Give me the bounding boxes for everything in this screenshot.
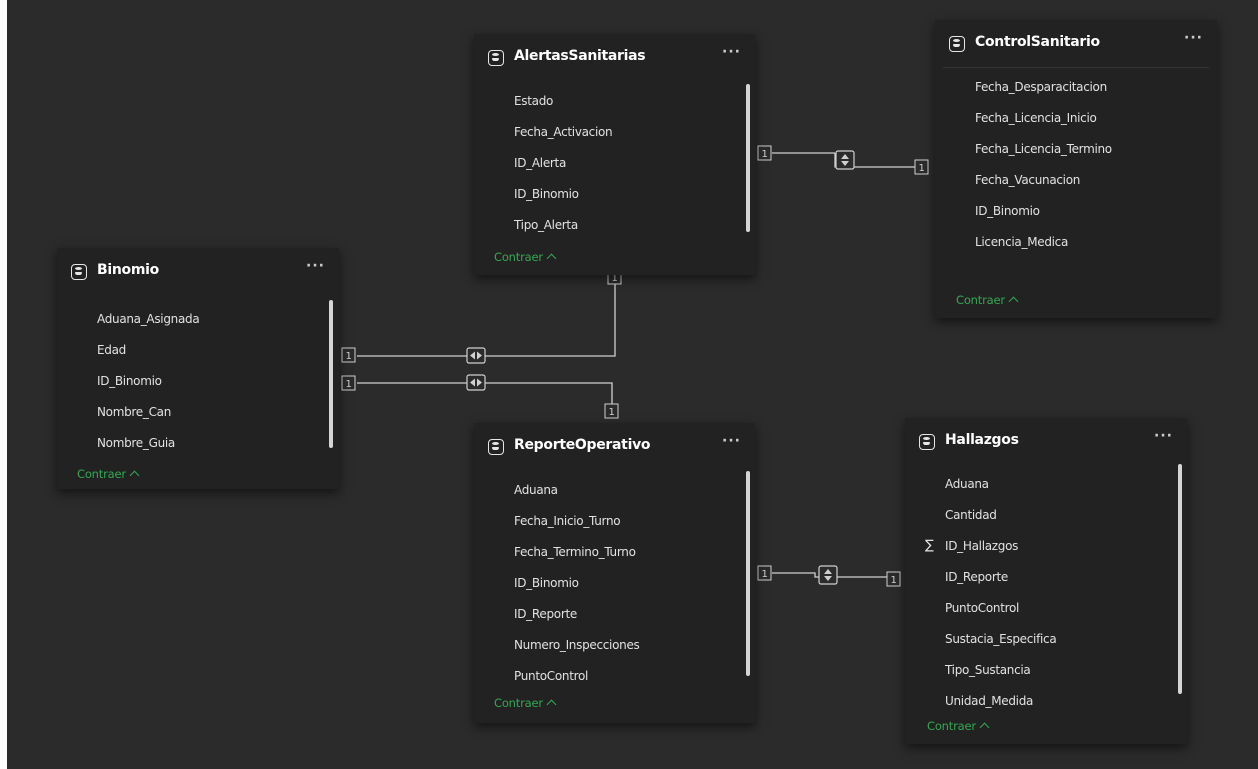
field-item[interactable]: Tipo_Sustancia [945,661,1031,679]
cardinality-one-label: 1 [609,407,615,418]
more-options-icon[interactable]: ··· [722,44,741,60]
table-card-reporteoperativo[interactable]: ReporteOperativo ··· Aduana Fecha_Inicio… [474,423,755,723]
field-label: ID_Hallazgos [945,539,1019,553]
table-name: ControlSanitario [975,34,1100,50]
collapse-link[interactable]: Contraer [77,467,140,481]
bidirectional-filter-icon[interactable] [466,374,486,391]
model-canvas[interactable]: 1 1 1 1 1 1 1 1 AlertasSanitarias ··· Es… [7,0,1258,769]
scrollbar[interactable] [746,84,750,232]
chevron-up-icon [129,470,140,481]
field-item[interactable]: PuntoControl [945,599,1019,617]
field-item[interactable]: Numero_Inspecciones [514,636,640,654]
scrollbar[interactable] [746,471,750,676]
field-list[interactable]: Aduana_Asignada Edad ID_Binomio Nombre_C… [57,300,339,460]
field-item[interactable]: ID_Binomio [514,574,579,592]
collapse-label: Contraer [494,696,543,710]
table-icon [919,434,935,450]
more-options-icon[interactable]: ··· [306,258,325,274]
bidirectional-filter-icon[interactable] [818,565,838,585]
field-item[interactable]: Edad [97,341,126,359]
table-icon [949,36,965,52]
relationship-alertas-control[interactable]: 1 1 [757,145,929,175]
more-options-icon[interactable]: ··· [1154,428,1173,444]
field-item[interactable]: ∑ ID_Hallazgos [925,537,1019,555]
table-card-binomio[interactable]: Binomio ··· Aduana_Asignada Edad ID_Bino… [57,248,339,489]
field-list[interactable]: Aduana Cantidad ∑ ID_Hallazgos ID_Report… [905,470,1187,708]
table-name: ReporteOperativo [514,437,651,453]
table-header[interactable]: ControlSanitario ··· [935,20,1217,72]
field-item[interactable]: ID_Binomio [514,185,579,203]
field-item[interactable]: Sustacia_Especifica [945,630,1057,648]
table-name: Hallazgos [945,432,1019,448]
table-icon [71,264,87,280]
field-list[interactable]: Estado Fecha_Activacion ID_Alerta ID_Bin… [474,86,755,246]
field-item[interactable]: ID_Alerta [514,154,566,172]
field-list[interactable]: Aduana Fecha_Inicio_Turno Fecha_Termino_… [474,475,755,695]
relationship-binomio-alertas[interactable]: 1 1 [341,269,622,364]
field-item[interactable]: Aduana [945,475,989,493]
field-item[interactable]: ID_Reporte [945,568,1008,586]
table-header[interactable]: ReporteOperativo ··· [474,423,755,475]
field-item[interactable]: Nombre_Can [97,403,171,421]
more-options-icon[interactable]: ··· [722,433,741,449]
collapse-label: Contraer [77,467,126,481]
field-item[interactable]: Fecha_Activacion [514,123,613,141]
field-item[interactable]: Cantidad [945,506,997,524]
table-header[interactable]: Binomio ··· [57,248,339,300]
table-name: AlertasSanitarias [514,48,646,64]
cardinality-one-label: 1 [346,379,352,390]
table-icon [488,50,504,66]
collapse-label: Contraer [494,250,543,264]
field-item[interactable]: Fecha_Licencia_Inicio [975,109,1097,127]
field-item[interactable]: Nombre_Guia [97,434,175,452]
sum-icon: ∑ [925,538,934,553]
cardinality-one-label: 1 [762,569,768,580]
collapse-label: Contraer [956,293,1005,307]
field-item[interactable]: Fecha_Desparacitacion [975,78,1107,96]
field-item[interactable]: Aduana_Asignada [97,310,200,328]
chevron-up-icon [546,253,557,264]
table-header[interactable]: AlertasSanitarias ··· [474,34,755,86]
chevron-up-icon [1008,296,1019,307]
field-item[interactable]: Fecha_Termino_Turno [514,543,636,561]
table-header[interactable]: Hallazgos ··· [905,418,1187,470]
relationship-binomio-reporte[interactable]: 1 1 [341,374,619,419]
table-card-controlsanitario[interactable]: ControlSanitario ··· Fecha_Desparacitaci… [935,20,1217,318]
table-icon [488,439,504,455]
collapse-link[interactable]: Contraer [494,250,557,264]
cardinality-one-label: 1 [891,575,897,586]
relationship-reporte-hallazgos[interactable]: 1 1 [757,565,901,587]
table-name: Binomio [97,262,159,278]
chevron-up-icon [546,699,557,710]
field-item[interactable]: ID_Binomio [97,372,162,390]
field-item[interactable]: ID_Binomio [975,202,1040,220]
collapse-label: Contraer [927,719,976,733]
collapse-link[interactable]: Contraer [927,719,990,733]
field-item[interactable]: Estado [514,92,553,110]
scrollbar[interactable] [1178,464,1182,694]
cardinality-one-label: 1 [346,351,352,362]
field-item[interactable]: Fecha_Vacunacion [975,171,1080,189]
field-item[interactable]: Fecha_Inicio_Turno [514,512,621,530]
cardinality-one-label: 1 [919,163,925,174]
scrollbar[interactable] [329,300,333,448]
field-item[interactable]: Aduana [514,481,558,499]
field-item[interactable]: ID_Reporte [514,605,577,623]
field-item[interactable]: Unidad_Medida [945,692,1033,708]
bidirectional-filter-icon[interactable] [466,347,486,364]
field-item[interactable]: Tipo_Alerta [514,216,578,234]
field-item[interactable]: Licencia_Medica [975,233,1068,251]
more-options-icon[interactable]: ··· [1184,30,1203,46]
header-divider [943,67,1209,68]
table-card-hallazgos[interactable]: Hallazgos ··· Aduana Cantidad ∑ ID_Halla… [905,418,1187,744]
bidirectional-filter-icon[interactable] [835,150,855,170]
table-card-alertassanitarias[interactable]: AlertasSanitarias ··· Estado Fecha_Activ… [474,34,755,275]
field-item[interactable]: PuntoControl [514,667,588,685]
cardinality-one-label: 1 [762,149,768,160]
field-list[interactable]: Fecha_Desparacitacion Fecha_Licencia_Ini… [935,72,1217,272]
collapse-link[interactable]: Contraer [956,293,1019,307]
field-item[interactable]: Fecha_Licencia_Termino [975,140,1112,158]
collapse-link[interactable]: Contraer [494,696,557,710]
chevron-up-icon [979,722,990,733]
